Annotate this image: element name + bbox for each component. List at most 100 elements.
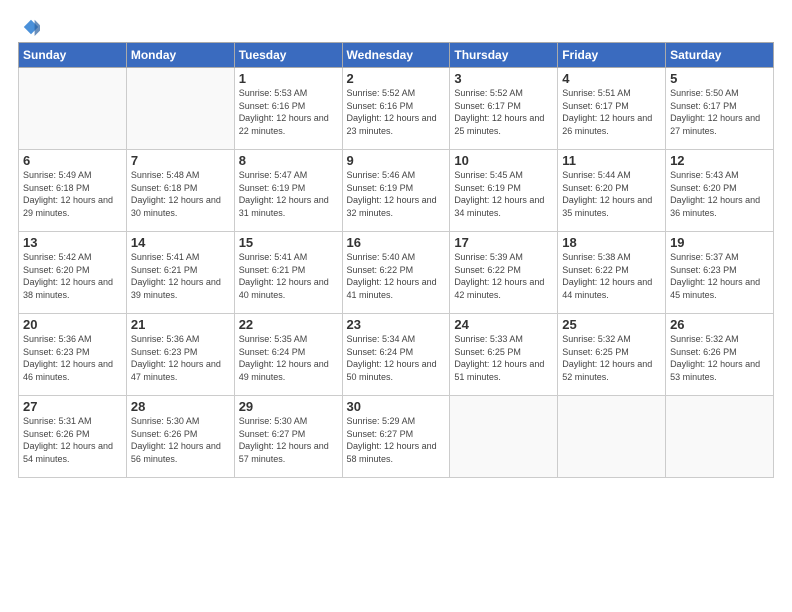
calendar-day-cell: 13Sunrise: 5:42 AM Sunset: 6:20 PM Dayli…	[19, 232, 127, 314]
day-info: Sunrise: 5:29 AM Sunset: 6:27 PM Dayligh…	[347, 415, 446, 465]
calendar-week-row: 20Sunrise: 5:36 AM Sunset: 6:23 PM Dayli…	[19, 314, 774, 396]
calendar-day-cell: 8Sunrise: 5:47 AM Sunset: 6:19 PM Daylig…	[234, 150, 342, 232]
day-number: 1	[239, 71, 338, 86]
day-number: 5	[670, 71, 769, 86]
day-info: Sunrise: 5:53 AM Sunset: 6:16 PM Dayligh…	[239, 87, 338, 137]
day-info: Sunrise: 5:48 AM Sunset: 6:18 PM Dayligh…	[131, 169, 230, 219]
calendar-day-cell: 5Sunrise: 5:50 AM Sunset: 6:17 PM Daylig…	[666, 68, 774, 150]
day-number: 12	[670, 153, 769, 168]
calendar-day-cell: 3Sunrise: 5:52 AM Sunset: 6:17 PM Daylig…	[450, 68, 558, 150]
day-number: 29	[239, 399, 338, 414]
calendar-table: SundayMondayTuesdayWednesdayThursdayFrid…	[18, 42, 774, 478]
logo	[18, 18, 40, 36]
calendar-day-cell: 22Sunrise: 5:35 AM Sunset: 6:24 PM Dayli…	[234, 314, 342, 396]
day-info: Sunrise: 5:30 AM Sunset: 6:27 PM Dayligh…	[239, 415, 338, 465]
day-number: 25	[562, 317, 661, 332]
calendar-week-row: 27Sunrise: 5:31 AM Sunset: 6:26 PM Dayli…	[19, 396, 774, 478]
calendar-day-cell: 7Sunrise: 5:48 AM Sunset: 6:18 PM Daylig…	[126, 150, 234, 232]
day-info: Sunrise: 5:52 AM Sunset: 6:17 PM Dayligh…	[454, 87, 553, 137]
day-number: 22	[239, 317, 338, 332]
day-number: 20	[23, 317, 122, 332]
weekday-header-cell: Wednesday	[342, 43, 450, 68]
weekday-header-cell: Thursday	[450, 43, 558, 68]
calendar-day-cell: 28Sunrise: 5:30 AM Sunset: 6:26 PM Dayli…	[126, 396, 234, 478]
day-number: 3	[454, 71, 553, 86]
day-info: Sunrise: 5:37 AM Sunset: 6:23 PM Dayligh…	[670, 251, 769, 301]
day-number: 4	[562, 71, 661, 86]
day-info: Sunrise: 5:44 AM Sunset: 6:20 PM Dayligh…	[562, 169, 661, 219]
header	[18, 18, 774, 36]
day-info: Sunrise: 5:47 AM Sunset: 6:19 PM Dayligh…	[239, 169, 338, 219]
calendar-week-row: 6Sunrise: 5:49 AM Sunset: 6:18 PM Daylig…	[19, 150, 774, 232]
weekday-header-cell: Sunday	[19, 43, 127, 68]
calendar-day-cell: 25Sunrise: 5:32 AM Sunset: 6:25 PM Dayli…	[558, 314, 666, 396]
weekday-header-cell: Friday	[558, 43, 666, 68]
calendar-day-cell	[450, 396, 558, 478]
day-number: 18	[562, 235, 661, 250]
calendar-day-cell: 9Sunrise: 5:46 AM Sunset: 6:19 PM Daylig…	[342, 150, 450, 232]
day-info: Sunrise: 5:42 AM Sunset: 6:20 PM Dayligh…	[23, 251, 122, 301]
calendar-day-cell: 27Sunrise: 5:31 AM Sunset: 6:26 PM Dayli…	[19, 396, 127, 478]
day-number: 10	[454, 153, 553, 168]
calendar-day-cell: 2Sunrise: 5:52 AM Sunset: 6:16 PM Daylig…	[342, 68, 450, 150]
calendar-day-cell: 19Sunrise: 5:37 AM Sunset: 6:23 PM Dayli…	[666, 232, 774, 314]
calendar-day-cell	[666, 396, 774, 478]
weekday-header-cell: Saturday	[666, 43, 774, 68]
day-number: 2	[347, 71, 446, 86]
day-number: 13	[23, 235, 122, 250]
day-number: 21	[131, 317, 230, 332]
day-info: Sunrise: 5:39 AM Sunset: 6:22 PM Dayligh…	[454, 251, 553, 301]
day-number: 17	[454, 235, 553, 250]
day-number: 26	[670, 317, 769, 332]
day-number: 16	[347, 235, 446, 250]
calendar-week-row: 1Sunrise: 5:53 AM Sunset: 6:16 PM Daylig…	[19, 68, 774, 150]
calendar-week-row: 13Sunrise: 5:42 AM Sunset: 6:20 PM Dayli…	[19, 232, 774, 314]
calendar-day-cell: 23Sunrise: 5:34 AM Sunset: 6:24 PM Dayli…	[342, 314, 450, 396]
calendar-day-cell: 24Sunrise: 5:33 AM Sunset: 6:25 PM Dayli…	[450, 314, 558, 396]
day-info: Sunrise: 5:30 AM Sunset: 6:26 PM Dayligh…	[131, 415, 230, 465]
day-number: 8	[239, 153, 338, 168]
calendar-day-cell	[19, 68, 127, 150]
calendar-day-cell: 15Sunrise: 5:41 AM Sunset: 6:21 PM Dayli…	[234, 232, 342, 314]
calendar-day-cell: 17Sunrise: 5:39 AM Sunset: 6:22 PM Dayli…	[450, 232, 558, 314]
day-info: Sunrise: 5:36 AM Sunset: 6:23 PM Dayligh…	[23, 333, 122, 383]
calendar-day-cell: 14Sunrise: 5:41 AM Sunset: 6:21 PM Dayli…	[126, 232, 234, 314]
weekday-header-cell: Monday	[126, 43, 234, 68]
day-info: Sunrise: 5:36 AM Sunset: 6:23 PM Dayligh…	[131, 333, 230, 383]
calendar-day-cell: 18Sunrise: 5:38 AM Sunset: 6:22 PM Dayli…	[558, 232, 666, 314]
weekday-header-row: SundayMondayTuesdayWednesdayThursdayFrid…	[19, 43, 774, 68]
logo-icon	[22, 18, 40, 36]
day-info: Sunrise: 5:34 AM Sunset: 6:24 PM Dayligh…	[347, 333, 446, 383]
calendar-day-cell: 1Sunrise: 5:53 AM Sunset: 6:16 PM Daylig…	[234, 68, 342, 150]
day-info: Sunrise: 5:32 AM Sunset: 6:26 PM Dayligh…	[670, 333, 769, 383]
day-number: 6	[23, 153, 122, 168]
day-info: Sunrise: 5:46 AM Sunset: 6:19 PM Dayligh…	[347, 169, 446, 219]
day-number: 23	[347, 317, 446, 332]
day-info: Sunrise: 5:40 AM Sunset: 6:22 PM Dayligh…	[347, 251, 446, 301]
calendar-day-cell: 29Sunrise: 5:30 AM Sunset: 6:27 PM Dayli…	[234, 396, 342, 478]
calendar-day-cell: 26Sunrise: 5:32 AM Sunset: 6:26 PM Dayli…	[666, 314, 774, 396]
day-number: 28	[131, 399, 230, 414]
day-number: 15	[239, 235, 338, 250]
day-info: Sunrise: 5:52 AM Sunset: 6:16 PM Dayligh…	[347, 87, 446, 137]
day-info: Sunrise: 5:50 AM Sunset: 6:17 PM Dayligh…	[670, 87, 769, 137]
calendar-day-cell: 21Sunrise: 5:36 AM Sunset: 6:23 PM Dayli…	[126, 314, 234, 396]
calendar-day-cell: 12Sunrise: 5:43 AM Sunset: 6:20 PM Dayli…	[666, 150, 774, 232]
calendar-day-cell: 10Sunrise: 5:45 AM Sunset: 6:19 PM Dayli…	[450, 150, 558, 232]
day-number: 11	[562, 153, 661, 168]
calendar-body: 1Sunrise: 5:53 AM Sunset: 6:16 PM Daylig…	[19, 68, 774, 478]
day-number: 9	[347, 153, 446, 168]
day-info: Sunrise: 5:41 AM Sunset: 6:21 PM Dayligh…	[131, 251, 230, 301]
day-number: 27	[23, 399, 122, 414]
page: SundayMondayTuesdayWednesdayThursdayFrid…	[0, 0, 792, 612]
day-info: Sunrise: 5:32 AM Sunset: 6:25 PM Dayligh…	[562, 333, 661, 383]
calendar-day-cell: 16Sunrise: 5:40 AM Sunset: 6:22 PM Dayli…	[342, 232, 450, 314]
day-number: 30	[347, 399, 446, 414]
day-info: Sunrise: 5:31 AM Sunset: 6:26 PM Dayligh…	[23, 415, 122, 465]
calendar-day-cell: 30Sunrise: 5:29 AM Sunset: 6:27 PM Dayli…	[342, 396, 450, 478]
day-info: Sunrise: 5:35 AM Sunset: 6:24 PM Dayligh…	[239, 333, 338, 383]
day-info: Sunrise: 5:49 AM Sunset: 6:18 PM Dayligh…	[23, 169, 122, 219]
day-info: Sunrise: 5:51 AM Sunset: 6:17 PM Dayligh…	[562, 87, 661, 137]
calendar-day-cell: 20Sunrise: 5:36 AM Sunset: 6:23 PM Dayli…	[19, 314, 127, 396]
day-number: 14	[131, 235, 230, 250]
